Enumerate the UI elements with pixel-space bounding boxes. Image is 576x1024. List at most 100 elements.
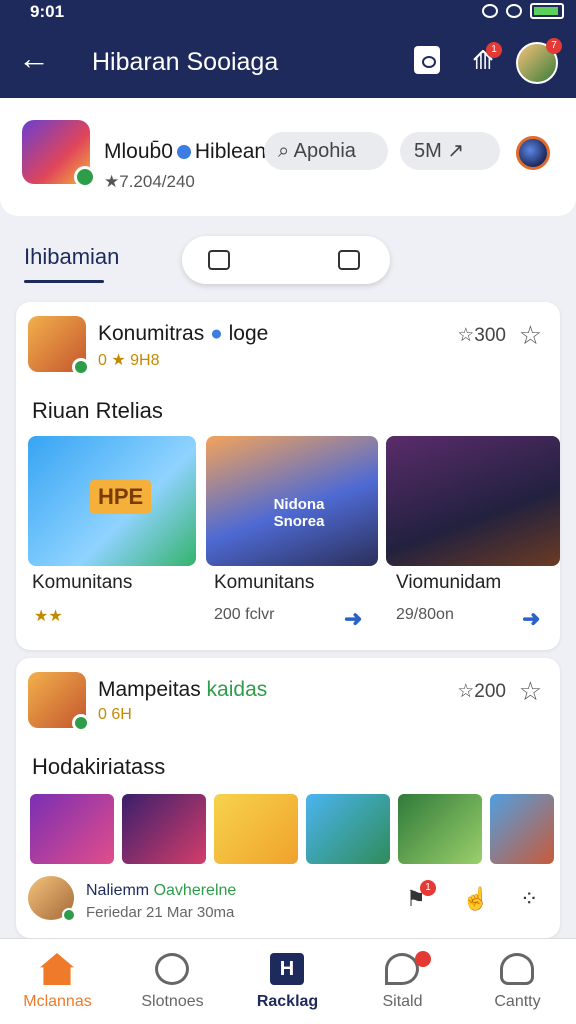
search-pill-label: Apohia xyxy=(293,140,356,162)
star-icon[interactable]: ☆ xyxy=(519,320,542,351)
online-indicator xyxy=(74,166,96,188)
item-meta: 200 fclvr xyxy=(214,606,275,623)
item-meta: ★★ xyxy=(34,608,63,625)
alarm-icon xyxy=(482,4,498,18)
card-title-row: Mampeitas kaidas xyxy=(98,678,267,702)
edit-icon[interactable] xyxy=(208,250,230,270)
share-icon[interactable]: ☝ xyxy=(462,886,489,912)
search-icon: ⌕ xyxy=(278,140,294,162)
search-pill[interactable]: ⌕ Apohia xyxy=(264,132,388,170)
card-title: Mampeitas xyxy=(98,678,201,701)
nav-item-account[interactable]: Cantty xyxy=(460,939,575,1024)
item-label: Komunitans xyxy=(32,572,133,593)
star-icon[interactable]: ☆ xyxy=(519,676,542,707)
user-avatar[interactable] xyxy=(28,876,76,922)
notification-badge: 1 xyxy=(420,880,436,896)
card-rating: ☆300 xyxy=(457,325,506,346)
profile-tag: Hiblean xyxy=(194,140,267,163)
verified-icon: ● xyxy=(210,322,223,345)
share-arrow-icon[interactable]: ➜ xyxy=(344,606,362,632)
thumbnail-image[interactable] xyxy=(122,794,206,864)
card-title-extra: kaidas xyxy=(206,678,268,701)
user-avatar[interactable]: 7 xyxy=(516,38,562,84)
notification-badge: 1 xyxy=(486,42,502,58)
tab-underline xyxy=(24,280,104,283)
card-rating: ☆200 xyxy=(457,681,506,702)
post-author: Naliemm Oavherelne xyxy=(86,882,236,900)
chat-icon xyxy=(385,953,419,985)
globe-icon[interactable] xyxy=(516,136,550,170)
nav-label: Racklag xyxy=(256,993,319,1010)
post-date: Feriedar 21 Mar 30ma xyxy=(86,904,235,921)
avatar-badge: 7 xyxy=(546,38,562,54)
bottom-navigation: Mclannas Slotnoes H Racklag Sitald Cantt… xyxy=(0,938,576,1024)
nav-label: Sitald xyxy=(382,993,423,1010)
nav-label: Mclannas xyxy=(23,993,92,1010)
wifi-icon xyxy=(506,4,522,18)
status-bar: 9:01 xyxy=(0,0,576,24)
item-label: Viomunidam xyxy=(396,572,502,593)
card-subtitle: 0 ★ 9H8 xyxy=(98,352,160,369)
section-heading: Hodakiriatass xyxy=(32,754,166,779)
status-time: 9:01 xyxy=(30,2,65,21)
nav-item-ranking[interactable]: H Racklag xyxy=(230,939,345,1024)
card-avatar[interactable] xyxy=(28,672,90,732)
nav-item-chat[interactable]: Sitald xyxy=(345,939,460,1024)
thumbnail-image[interactable] xyxy=(30,794,114,864)
card-title: Konumitras xyxy=(98,322,205,345)
more-options-icon[interactable]: ⁘ xyxy=(520,886,538,912)
tab-icon-group xyxy=(182,236,390,284)
page-title: Hibaran Sooiaga xyxy=(92,48,279,76)
author-handle: Oavherelne xyxy=(153,882,237,899)
item-meta: 29/80on xyxy=(396,606,454,623)
tab-active[interactable]: Ihibamian xyxy=(24,244,119,270)
layout-icon[interactable] xyxy=(338,250,360,270)
section-heading: Riuan Rtelias xyxy=(32,398,163,423)
nav-label: Cantty xyxy=(494,993,541,1010)
size-pill[interactable]: 5M ↗ xyxy=(400,132,500,170)
verified-icon xyxy=(176,145,191,160)
card-subtitle: 0 6H xyxy=(98,706,132,723)
share-icon[interactable]: ⟰ 1 xyxy=(470,42,502,74)
comment-icon[interactable]: ⚑ 1 xyxy=(406,880,436,912)
nav-label: Slotnoes xyxy=(141,993,204,1010)
tabs-row: Ihibamian xyxy=(0,226,576,296)
thumbnail-image[interactable] xyxy=(386,436,560,566)
card-title-row: Konumitras ● loge xyxy=(98,322,268,346)
author-name: Naliemm xyxy=(86,882,150,899)
card-title-extra: loge xyxy=(228,322,269,345)
item-label: Komunitans xyxy=(214,572,315,593)
size-pill-label: 5M xyxy=(414,140,442,162)
thumbnail-image[interactable]: HPE xyxy=(28,436,196,566)
card-avatar[interactable] xyxy=(28,316,90,376)
thumbnail-text: HPE xyxy=(90,480,152,514)
nav-item-home[interactable]: Mclannas xyxy=(0,939,115,1024)
clock-icon xyxy=(155,953,189,985)
clipboard-icon[interactable] xyxy=(414,46,440,74)
profile-avatar[interactable] xyxy=(22,120,96,188)
nav-item-history[interactable]: Slotnoes xyxy=(115,939,230,1024)
user-icon xyxy=(500,953,534,985)
community-card[interactable]: Konumitras ● loge 0 ★ 9H8 ☆300 ☆ Riuan R… xyxy=(16,302,560,650)
thumbnail-image[interactable] xyxy=(398,794,482,864)
thumbnail-image[interactable] xyxy=(306,794,390,864)
chat-badge xyxy=(415,951,431,967)
share-arrow-icon[interactable]: ➜ xyxy=(522,606,540,632)
online-indicator xyxy=(62,908,76,922)
expand-arrow-icon: ↗ xyxy=(441,140,465,162)
thumbnail-text: Nidona Snorea xyxy=(273,496,325,530)
community-card[interactable]: Mampeitas kaidas 0 6H ☆200 ☆ Hodakiriata… xyxy=(16,658,560,938)
profile-stats: ★7.204/240 xyxy=(104,172,195,191)
profile-header: Mloub̄0 Hiblean ★7.204/240 ⌕ Apohia 5M ↗ xyxy=(0,98,576,216)
back-arrow-icon[interactable]: ← xyxy=(18,42,50,74)
app-bar: ← Hibaran Sooiaga ⟰ 1 7 xyxy=(0,24,576,98)
thumbnail-image[interactable] xyxy=(214,794,298,864)
thumbnail-image[interactable]: Nidona Snorea xyxy=(206,436,378,566)
online-indicator xyxy=(72,714,90,732)
online-indicator xyxy=(72,358,90,376)
h-icon: H xyxy=(270,953,304,985)
profile-name-row: Mloub̄0 Hiblean xyxy=(104,140,266,164)
battery-icon xyxy=(530,3,564,19)
thumbnail-image[interactable] xyxy=(490,794,554,864)
home-icon xyxy=(40,953,74,985)
